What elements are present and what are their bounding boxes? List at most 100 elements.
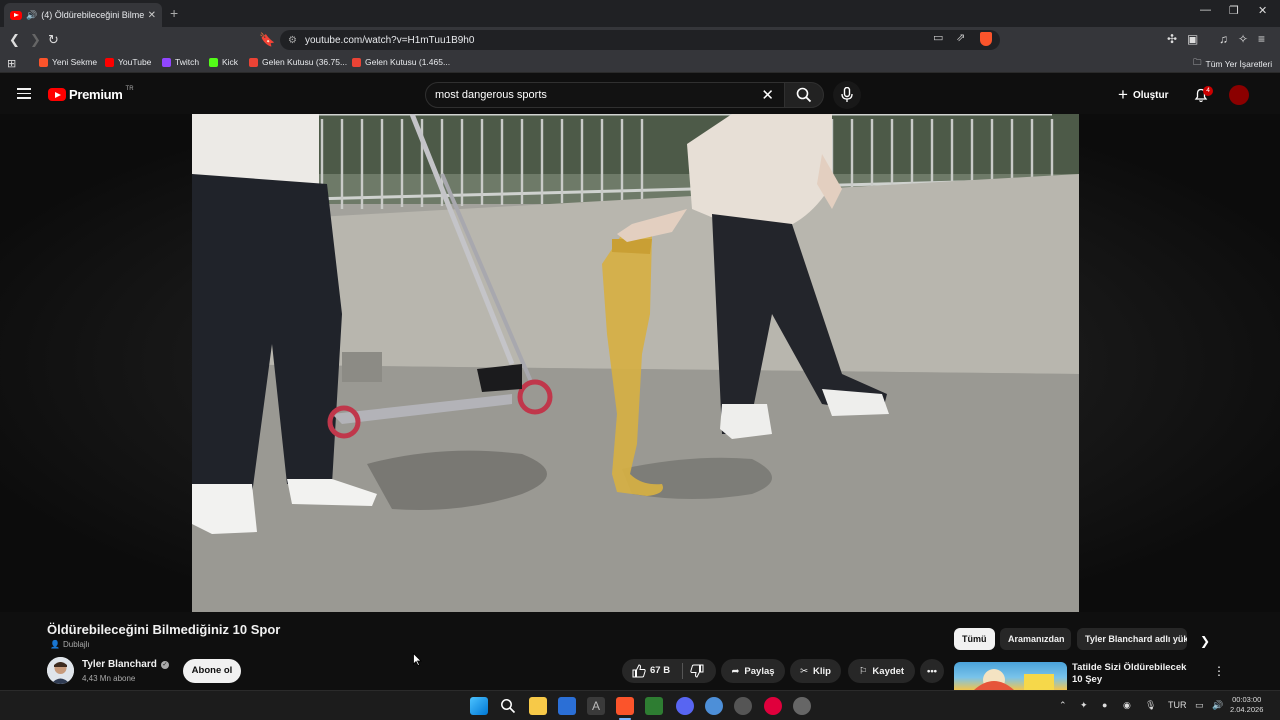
- like-count: 67 B: [650, 665, 671, 676]
- leo-ai-icon[interactable]: ✧: [1238, 32, 1248, 46]
- brave-browser-icon[interactable]: [616, 697, 634, 715]
- bookmark-item[interactable]: Gelen Kutusu (36.75...: [249, 57, 347, 67]
- voice-search-button[interactable]: [833, 81, 861, 109]
- bookmark-item[interactable]: Twitch: [162, 57, 199, 67]
- apps-grid-icon[interactable]: ⊞: [7, 57, 16, 70]
- settings-app-icon[interactable]: [793, 697, 811, 715]
- search-query-text: most dangerous sports: [435, 89, 547, 101]
- dubbed-badge: 👤 Dublajlı: [50, 640, 90, 649]
- microphone-tray-icon[interactable]: 🎙: [1145, 700, 1156, 711]
- subscriber-count: 4,43 Mn abone: [82, 674, 136, 683]
- tray-circle-icon[interactable]: ●: [1102, 700, 1107, 710]
- subscribe-button[interactable]: Abone ol: [183, 659, 241, 683]
- search-input[interactable]: most dangerous sports ✕: [425, 82, 785, 108]
- like-dislike-group: 67 B: [622, 659, 716, 683]
- search-button[interactable]: [784, 82, 824, 108]
- chip-from-search[interactable]: Aramanızdan: [1000, 628, 1071, 650]
- bookmark-label: YouTube: [118, 57, 152, 67]
- url-text: youtube.com/watch?v=H1mTuu1B9h0: [304, 34, 475, 46]
- microsoft-store-icon[interactable]: [558, 697, 576, 715]
- account-avatar[interactable]: [1229, 85, 1249, 105]
- clear-search-icon[interactable]: ✕: [761, 86, 774, 104]
- video-player[interactable]: [192, 114, 1079, 612]
- channel-name[interactable]: Tyler Blanchard ✓: [82, 659, 169, 670]
- scissors-icon: ✂: [800, 665, 808, 677]
- chevron-right-icon[interactable]: ❯: [1200, 634, 1210, 648]
- new-tab-button[interactable]: +: [170, 5, 178, 21]
- clip-button[interactable]: ✂ Klip: [790, 659, 841, 683]
- browser-tab-strip: 🔊 (4) Öldürebileceğini Bilmediğ ✕ + — ❐ …: [0, 0, 1280, 27]
- system-clock[interactable]: 00:03:00 2.04.2026: [1230, 695, 1263, 715]
- bookmark-item[interactable]: Kick: [209, 57, 238, 67]
- share-button[interactable]: ➦ Paylaş: [721, 659, 785, 683]
- chip-channel-uploads[interactable]: Tyler Blanchard adlı yük: [1077, 628, 1187, 650]
- sidebar-icon[interactable]: ▣: [1187, 32, 1198, 46]
- restore-icon[interactable]: ❐: [1229, 4, 1239, 17]
- discord-icon[interactable]: [676, 697, 694, 715]
- forward-icon[interactable]: ❯: [30, 32, 41, 48]
- network-icon[interactable]: ▭: [1195, 700, 1204, 711]
- hamburger-menu-icon[interactable]: [17, 88, 31, 99]
- recommendation-title[interactable]: Tatilde Sizi Öldürebilecek 10 Şey: [1072, 662, 1196, 686]
- close-tab-icon[interactable]: ✕: [148, 10, 156, 21]
- more-actions-button[interactable]: •••: [920, 659, 944, 683]
- bookmark-item[interactable]: YouTube: [105, 57, 151, 67]
- verified-check-icon: ✓: [160, 660, 169, 669]
- bookmark-label: Yeni Sekme: [52, 57, 98, 67]
- channel-avatar[interactable]: [47, 657, 74, 684]
- more-vertical-icon[interactable]: ⋮: [1213, 664, 1225, 678]
- app-a-icon[interactable]: A: [587, 697, 605, 715]
- chip-all[interactable]: Tümü: [954, 628, 995, 650]
- youtube-premium-logo[interactable]: Premium TR: [48, 86, 134, 102]
- twitch-icon: [162, 57, 171, 67]
- youtube-favicon-icon: [10, 10, 22, 20]
- steam-icon[interactable]: ◉: [1123, 700, 1131, 711]
- clock-time: 00:03:00: [1232, 695, 1262, 704]
- brave-shield-icon[interactable]: [980, 32, 992, 46]
- tray-app-icon[interactable]: ✦: [1080, 700, 1088, 711]
- search-icon: [796, 87, 812, 103]
- browser-app-icon[interactable]: [734, 697, 752, 715]
- start-menu-icon[interactable]: [470, 697, 488, 715]
- clip-label: Klip: [813, 665, 831, 677]
- close-window-icon[interactable]: ✕: [1258, 4, 1267, 17]
- channel-name-text: Tyler Blanchard: [82, 659, 157, 670]
- extensions-icon[interactable]: ✣: [1167, 32, 1177, 46]
- minimize-icon[interactable]: —: [1200, 4, 1211, 16]
- brave-icon: [39, 57, 48, 67]
- volume-icon[interactable]: 🔊: [1212, 700, 1223, 711]
- bookmark-item[interactable]: Yeni Sekme: [39, 57, 97, 67]
- file-explorer-icon[interactable]: [529, 697, 547, 715]
- network-app-icon[interactable]: [705, 697, 723, 715]
- back-icon[interactable]: ❮: [9, 32, 20, 48]
- create-button[interactable]: + Oluştur: [1118, 85, 1169, 105]
- speaker-icon[interactable]: 🔊: [26, 10, 37, 21]
- taskbar-search-icon[interactable]: [500, 698, 516, 714]
- address-bar[interactable]: ⚙ youtube.com/watch?v=H1mTuu1B9h0: [280, 30, 1000, 50]
- bookmark-item[interactable]: Gelen Kutusu (1.465...: [352, 57, 450, 67]
- share-icon[interactable]: ⇗: [956, 31, 965, 44]
- like-divider: [682, 663, 683, 679]
- menu-icon[interactable]: ≡: [1258, 32, 1265, 46]
- reload-icon[interactable]: ↻: [48, 32, 59, 48]
- save-button[interactable]: ⚐ Kaydet: [848, 659, 915, 683]
- bookmark-label: Twitch: [175, 57, 200, 67]
- like-thumbs-up-icon[interactable]: [632, 664, 646, 678]
- dislike-thumbs-down-icon[interactable]: [690, 664, 704, 678]
- bookmark-icon[interactable]: 🔖: [259, 32, 275, 48]
- recommendation-thumbnail-image: [974, 669, 1054, 690]
- youtube-logo-icon: [48, 88, 66, 101]
- tray-chevron-up-icon[interactable]: ⌃: [1059, 700, 1067, 711]
- site-info-icon[interactable]: ⚙: [288, 35, 297, 46]
- recommendation-thumbnail[interactable]: [954, 662, 1067, 690]
- monitor-app-icon[interactable]: [645, 697, 663, 715]
- cast-icon[interactable]: ▭: [933, 31, 943, 44]
- dubbed-label: Dublajlı: [62, 640, 90, 649]
- browser-tab[interactable]: 🔊 (4) Öldürebileceğini Bilmediğ ✕: [4, 3, 162, 27]
- media-icon[interactable]: ♫: [1219, 32, 1228, 46]
- all-bookmarks[interactable]: 🗀 Tüm Yer İşaretleri: [1193, 57, 1272, 71]
- language-indicator[interactable]: TUR: [1168, 700, 1187, 710]
- music-app-icon[interactable]: [764, 697, 782, 715]
- create-label: Oluştur: [1132, 89, 1169, 101]
- more-horizontal-icon: •••: [927, 665, 937, 677]
